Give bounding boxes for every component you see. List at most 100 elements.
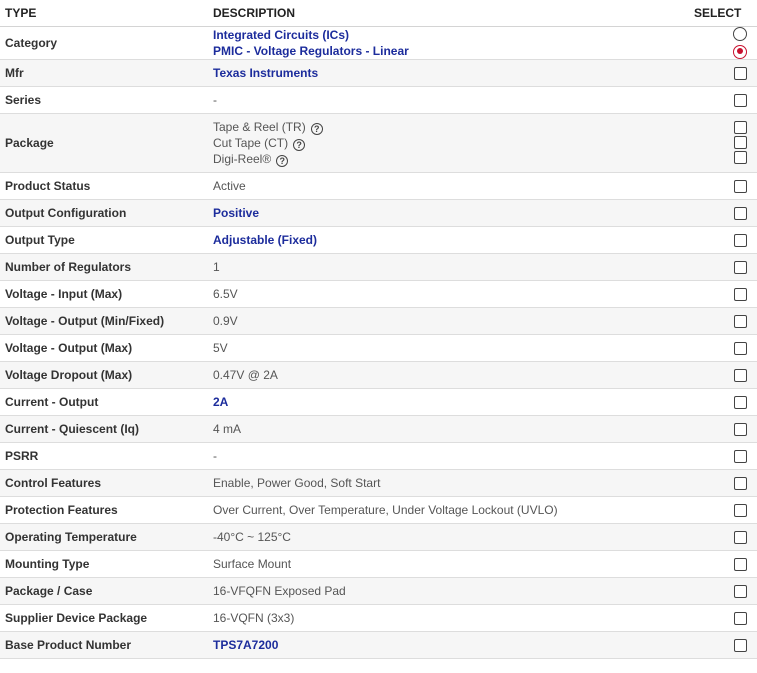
current-output-link[interactable]: 2A: [213, 395, 228, 409]
row-select: [689, 86, 757, 114]
row-value: Enable, Power Good, Soft Start: [205, 469, 689, 497]
table-row-package-case: Package / Case 16-VFQFN Exposed Pad: [0, 577, 757, 605]
table-header-row: TYPE DESCRIPTION SELECT: [0, 0, 757, 27]
row-label: Supplier Device Package: [0, 604, 205, 632]
category-radio-ics[interactable]: [733, 26, 747, 41]
row-value: 16-VFQFN Exposed Pad: [205, 577, 689, 605]
row-label: Operating Temperature: [0, 523, 205, 551]
table-row-psrr: PSRR -: [0, 442, 757, 470]
package-checkbox-tape-reel[interactable]: [734, 121, 747, 134]
row-select: [689, 415, 757, 443]
row-value: 5V: [205, 334, 689, 362]
question-circle-icon[interactable]: ?: [293, 138, 306, 151]
header-type: TYPE: [0, 0, 205, 27]
row-label: Mounting Type: [0, 550, 205, 578]
row-select: [689, 361, 757, 389]
select-checkbox[interactable]: [734, 341, 747, 355]
select-checkbox[interactable]: [734, 557, 747, 571]
select-checkbox[interactable]: [734, 638, 747, 652]
row-select: [689, 442, 757, 470]
select-checkbox[interactable]: [734, 503, 747, 517]
row-value: 4 mA: [205, 415, 689, 443]
row-value: Adjustable (Fixed): [205, 226, 689, 254]
row-label: Package / Case: [0, 577, 205, 605]
category-radio-pmic[interactable]: [733, 44, 747, 59]
select-checkbox[interactable]: [734, 206, 747, 220]
select-checkbox[interactable]: [734, 287, 747, 301]
table-row-protection-features: Protection Features Over Current, Over T…: [0, 496, 757, 524]
row-value: -: [205, 442, 689, 470]
row-select: [689, 523, 757, 551]
row-label: Voltage - Output (Min/Fixed): [0, 307, 205, 335]
row-select: [689, 113, 757, 173]
row-select: [689, 604, 757, 632]
category-link-pmic[interactable]: PMIC - Voltage Regulators - Linear: [213, 43, 685, 59]
base-product-number-link[interactable]: TPS7A7200: [213, 638, 278, 652]
row-select: [689, 199, 757, 227]
row-label: Package: [0, 113, 205, 173]
row-select: [689, 577, 757, 605]
header-description: DESCRIPTION: [205, 0, 689, 27]
select-checkbox[interactable]: [734, 314, 747, 328]
row-label: Voltage - Input (Max): [0, 280, 205, 308]
row-value: Tape & Reel (TR)? Cut Tape (CT)? Digi-Re…: [205, 113, 689, 173]
select-checkbox[interactable]: [734, 93, 747, 107]
row-label: Series: [0, 86, 205, 114]
row-value: 6.5V: [205, 280, 689, 308]
row-value: -40°C ~ 125°C: [205, 523, 689, 551]
output-configuration-link[interactable]: Positive: [213, 206, 259, 220]
row-select: [689, 550, 757, 578]
select-checkbox[interactable]: [734, 368, 747, 382]
row-select: [689, 26, 757, 60]
package-checkbox-cut-tape[interactable]: [734, 136, 747, 149]
package-option-cut-tape: Cut Tape (CT): [213, 135, 289, 150]
select-checkbox[interactable]: [734, 530, 747, 544]
table-row-base-product-number: Base Product Number TPS7A7200: [0, 631, 757, 659]
row-label: Protection Features: [0, 496, 205, 524]
select-checkbox[interactable]: [734, 179, 747, 193]
header-select: SELECT: [689, 0, 757, 27]
table-row-voltage-dropout-max: Voltage Dropout (Max) 0.47V @ 2A: [0, 361, 757, 389]
row-value: Integrated Circuits (ICs) PMIC - Voltage…: [205, 26, 689, 60]
row-value: 0.9V: [205, 307, 689, 335]
output-type-link[interactable]: Adjustable (Fixed): [213, 233, 317, 247]
table-row-package: Package Tape & Reel (TR)? Cut Tape (CT)?…: [0, 113, 757, 173]
category-link-ics[interactable]: Integrated Circuits (ICs): [213, 27, 685, 43]
row-value: Positive: [205, 199, 689, 227]
row-select: [689, 307, 757, 335]
select-checkbox[interactable]: [734, 611, 747, 625]
package-option-tape-reel: Tape & Reel (TR): [213, 119, 306, 134]
table-row-operating-temperature: Operating Temperature -40°C ~ 125°C: [0, 523, 757, 551]
row-select: [689, 226, 757, 254]
table-row-product-status: Product Status Active: [0, 172, 757, 200]
header-select-label: SELECT: [694, 5, 742, 20]
row-label: Mfr: [0, 59, 205, 87]
select-checkbox[interactable]: [734, 66, 747, 80]
row-select: [689, 334, 757, 362]
table-row-output-configuration: Output Configuration Positive: [0, 199, 757, 227]
row-select: [689, 496, 757, 524]
table-row-mfr: Mfr Texas Instruments: [0, 59, 757, 87]
row-label: Number of Regulators: [0, 253, 205, 281]
select-checkbox[interactable]: [734, 584, 747, 598]
table-row-control-features: Control Features Enable, Power Good, Sof…: [0, 469, 757, 497]
package-checkbox-digi-reel[interactable]: [734, 151, 747, 164]
row-label: Product Status: [0, 172, 205, 200]
product-attributes-table: TYPE DESCRIPTION SELECT Category Integra…: [0, 0, 757, 659]
table-row-mounting-type: Mounting Type Surface Mount: [0, 550, 757, 578]
mfr-link[interactable]: Texas Instruments: [213, 66, 318, 80]
select-checkbox[interactable]: [734, 395, 747, 409]
select-checkbox[interactable]: [734, 260, 747, 274]
select-checkbox[interactable]: [734, 233, 747, 247]
row-value: Texas Instruments: [205, 59, 689, 87]
row-select: [689, 469, 757, 497]
question-circle-icon[interactable]: ?: [310, 122, 323, 135]
row-select: [689, 59, 757, 87]
question-circle-icon[interactable]: ?: [276, 154, 289, 167]
row-label: Current - Output: [0, 388, 205, 416]
select-checkbox[interactable]: [734, 422, 747, 436]
select-checkbox[interactable]: [734, 476, 747, 490]
row-label: Voltage - Output (Max): [0, 334, 205, 362]
select-checkbox[interactable]: [734, 449, 747, 463]
row-value: 16-VQFN (3x3): [205, 604, 689, 632]
